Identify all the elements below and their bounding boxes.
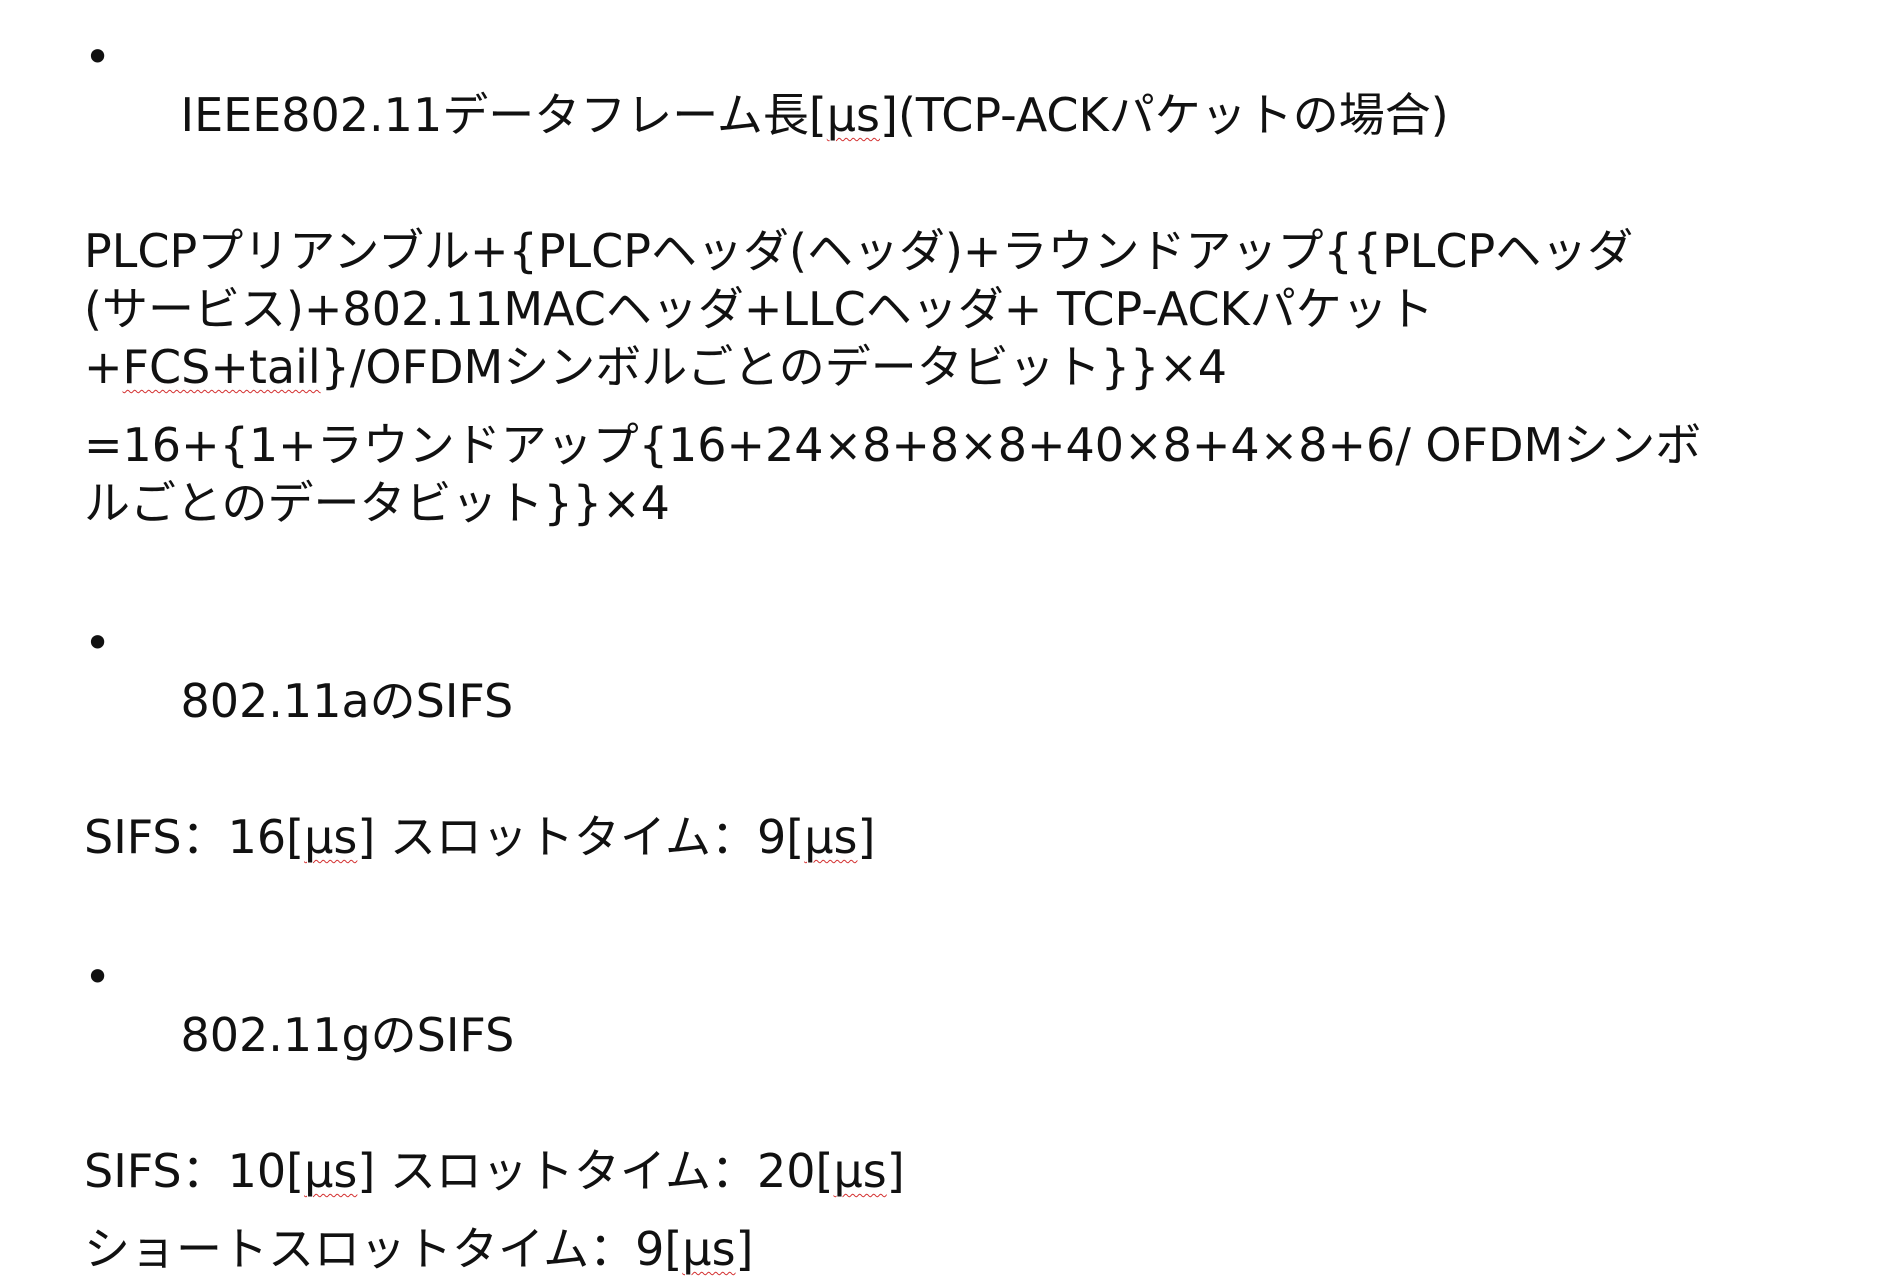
bullet-icon: • — [84, 950, 112, 1004]
bullet-icon: • — [84, 30, 112, 84]
bracket-close: ] — [735, 1222, 754, 1276]
sifs-80211g-line: SIFS：10[μs] スロットタイム：20[μs] — [84, 1142, 1804, 1200]
formula-line-1: PLCPプリアンブル+{PLCPヘッダ(ヘッダ)+ラウンドアップ{{PLCPヘッ… — [84, 224, 1634, 278]
spellcheck-mark: FCS+tail — [122, 340, 321, 394]
formula-text-after: }/OFDMシンボルごとのデータビット}}×4 — [320, 340, 1228, 394]
heading-text: 802.11aのSIFS — [180, 674, 514, 728]
sifs-label: SIFS：16[ — [84, 810, 305, 864]
short-slot-label: ショートスロットタイム：9[ — [84, 1222, 683, 1276]
formula-line-3: +FCS+tail}/OFDMシンボルごとのデータビット}}×4 — [84, 338, 1804, 396]
formula-value-line-2: ルごとのデータビット}}×4 — [84, 476, 670, 530]
section-3-heading: • 802.11gのSIFS — [84, 948, 1804, 1122]
heading-text-before: IEEE802.11データフレーム長[ — [180, 88, 827, 142]
section-1-heading: • IEEE802.11データフレーム長[μs](TCP-ACKパケットの場合) — [84, 28, 1804, 202]
spellcheck-mark: μs — [826, 88, 881, 142]
formula-value-line-1: =16+{1+ラウンドアップ{16+24×8+8×8+40×8+4×8+6/ O… — [84, 418, 1702, 472]
section-2-heading: • 802.11aのSIFS — [84, 614, 1804, 788]
short-slot-line: ショートスロットタイム：9[μs] — [84, 1220, 1804, 1278]
formula-line-2: (サービス)+802.11MACヘッダ+LLCヘッダ+ TCP-ACKパケット — [84, 282, 1434, 336]
bracket-close: ] — [886, 1144, 905, 1198]
spellcheck-mark: μs — [833, 1144, 887, 1198]
slot-label: ] スロットタイム：20[ — [357, 1144, 834, 1198]
sifs-80211a-line: SIFS：16[μs] スロットタイム：9[μs] — [84, 808, 1804, 866]
formula-text-before: + — [84, 340, 123, 394]
bracket-close: ] — [857, 810, 876, 864]
sifs-label: SIFS：10[ — [84, 1144, 305, 1198]
spellcheck-mark: μs — [304, 810, 358, 864]
spellcheck-mark: μs — [682, 1222, 736, 1276]
heading-text: 802.11gのSIFS — [180, 1008, 515, 1062]
slot-label: ] スロットタイム：9[ — [357, 810, 805, 864]
bullet-icon: • — [84, 616, 112, 670]
heading-text-after: ](TCP-ACKパケットの場合) — [880, 88, 1449, 142]
spellcheck-mark: μs — [304, 1144, 358, 1198]
spellcheck-mark: μs — [804, 810, 858, 864]
slide-body: • IEEE802.11データフレーム長[μs](TCP-ACKパケットの場合) … — [84, 28, 1804, 1278]
